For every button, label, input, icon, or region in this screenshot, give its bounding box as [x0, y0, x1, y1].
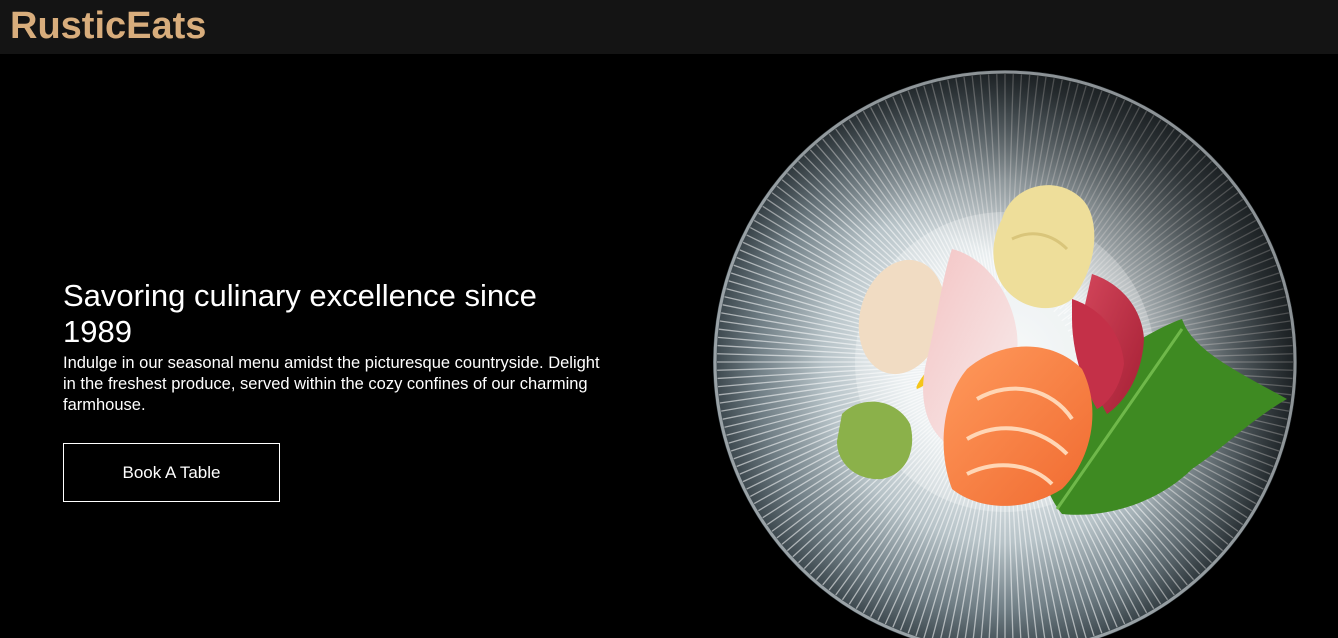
hero-text-block: Savoring culinary excellence since 1989 …	[63, 278, 623, 416]
brand-logo[interactable]: RusticEats	[10, 4, 206, 48]
book-table-button[interactable]: Book A Table	[63, 443, 280, 502]
top-navigation-bar: RusticEats	[0, 0, 1338, 54]
hero-description: Indulge in our seasonal menu amidst the …	[63, 354, 600, 414]
hero-headline: Savoring culinary excellence since 1989	[63, 278, 537, 349]
sashimi-plate-image	[713, 70, 1297, 638]
hero-section: Savoring culinary excellence since 1989 …	[0, 54, 1338, 638]
